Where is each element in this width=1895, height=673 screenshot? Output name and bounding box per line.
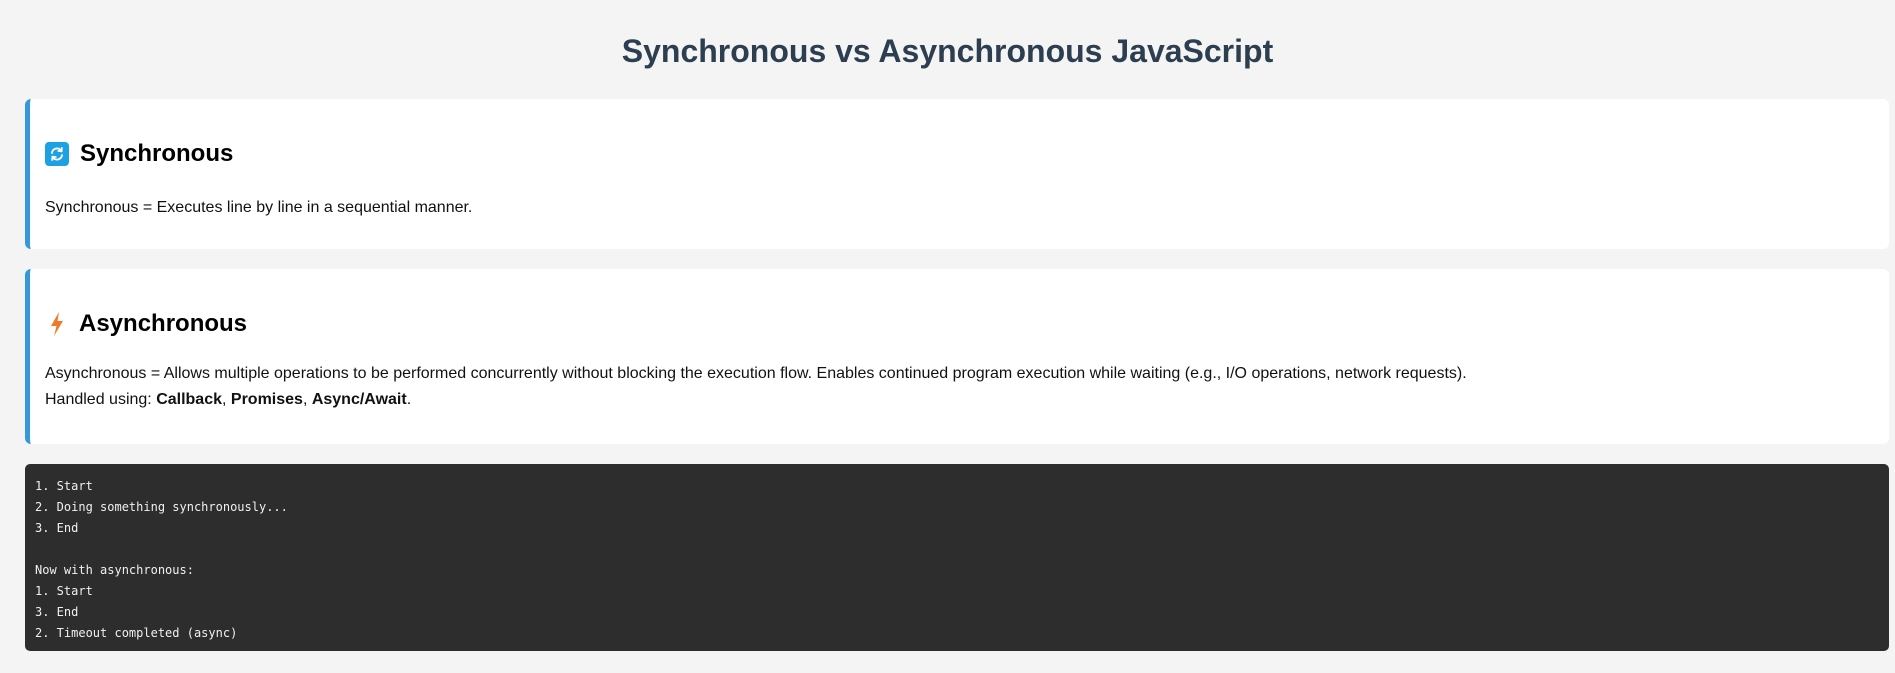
console-line: 3. End	[35, 521, 79, 535]
console-line: 2. Timeout completed (async)	[35, 626, 238, 640]
console-line: 1. Start	[35, 479, 93, 493]
handled-suffix: .	[406, 391, 412, 408]
synchronous-card-header: Synchronous	[45, 139, 233, 169]
handled-separator: ,	[222, 391, 231, 408]
console-line: 3. End	[35, 605, 79, 619]
handled-item-promises: Promises	[230, 391, 303, 408]
console-line: Now with asynchronous:	[35, 563, 194, 577]
synchronous-card: Synchronous Synchronous = Executes line …	[25, 99, 1889, 249]
sync-arrows-icon	[45, 142, 69, 166]
page-title: Synchronous vs Asynchronous JavaScript	[621, 33, 1274, 69]
handled-using-prefix: Handled using:	[45, 391, 157, 408]
asynchronous-card-title: Asynchronous	[79, 310, 248, 337]
console-line: 2. Doing something synchronously...	[35, 500, 288, 514]
handled-using-line: Handled using: Callback, Promises, Async…	[45, 387, 1467, 413]
synchronous-card-title: Synchronous	[80, 140, 234, 167]
asynchronous-card: Asynchronous Asynchronous = Allows multi…	[25, 269, 1889, 444]
handled-item-async-await: Async/Await	[311, 391, 407, 408]
console-line: 1. Start	[35, 584, 93, 598]
handled-item-callback: Callback	[156, 391, 222, 408]
handled-separator: ,	[302, 391, 312, 408]
lightning-bolt-icon	[45, 310, 69, 338]
asynchronous-description: Asynchronous = Allows multiple operation…	[45, 365, 1467, 382]
synchronous-description: Synchronous = Executes line by line in a…	[45, 199, 473, 216]
asynchronous-body: Asynchronous = Allows multiple operation…	[45, 361, 1467, 413]
asynchronous-card-header: Asynchronous	[45, 309, 247, 339]
console-output: 1. Start 2. Doing something synchronousl…	[25, 464, 1889, 651]
